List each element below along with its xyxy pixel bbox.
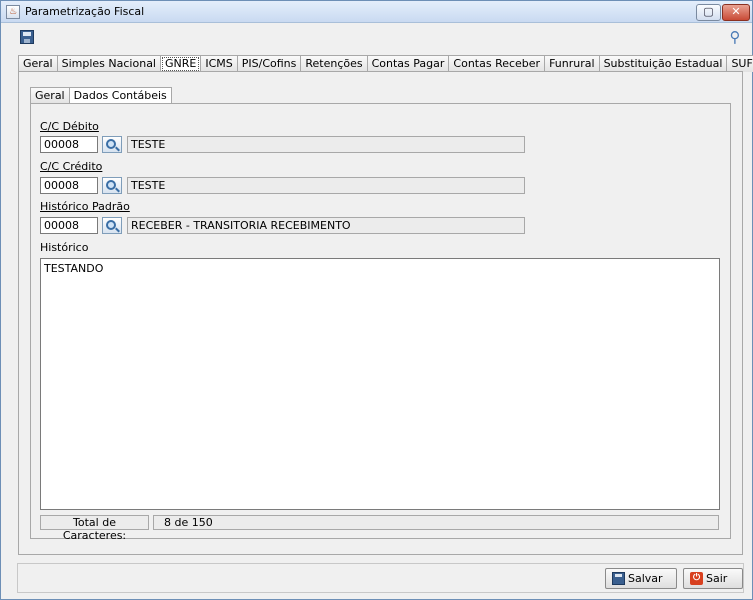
- exit-button-label: Sair: [706, 572, 728, 585]
- cc-debito-description: TESTE: [127, 136, 525, 153]
- close-button[interactable]: ✕: [722, 4, 750, 21]
- floppy-icon: [612, 572, 625, 585]
- tab-geral[interactable]: Geral: [18, 55, 58, 72]
- historico-padrao-code-input[interactable]: 00008: [40, 217, 98, 234]
- tab-funrural[interactable]: Funrural: [544, 55, 600, 72]
- magnifier-handle: [115, 227, 120, 233]
- tab-pis-cofins[interactable]: PIS/Cofins: [236, 55, 302, 72]
- save-button[interactable]: Salvar: [605, 568, 677, 589]
- historico-textarea[interactable]: TESTANDO: [40, 258, 720, 510]
- restore-button[interactable]: ▢: [696, 4, 721, 21]
- sub-tabs: Geral Dados Contábeis: [30, 87, 172, 105]
- save-button-label: Salvar: [628, 572, 663, 585]
- subtab-geral[interactable]: Geral: [30, 87, 70, 104]
- power-icon: ⏻: [690, 572, 703, 585]
- exit-button[interactable]: ⏻ Sair: [683, 568, 743, 589]
- tab-simples-nacional[interactable]: Simples Nacional: [56, 55, 161, 72]
- cc-debito-label: C/C Débito: [40, 120, 99, 133]
- tab-contas-pagar[interactable]: Contas Pagar: [366, 55, 450, 72]
- historico-padrao-label: Histórico Padrão: [40, 200, 130, 213]
- magnifier-handle: [115, 146, 120, 152]
- cc-credito-label: C/C Crédito: [40, 160, 103, 173]
- cc-credito-description: TESTE: [127, 177, 525, 194]
- tab-substituicao-estadual[interactable]: Substituição Estadual: [598, 55, 728, 72]
- tab-retencoes[interactable]: Retenções: [300, 55, 368, 72]
- cc-debito-lookup-button[interactable]: [102, 136, 122, 153]
- java-app-icon: ♨: [6, 5, 20, 19]
- char-count-value: 8 de 150: [153, 515, 719, 530]
- historico-padrao-lookup-button[interactable]: [102, 217, 122, 234]
- tab-icms[interactable]: ICMS: [200, 55, 238, 72]
- save-icon[interactable]: [20, 30, 34, 44]
- main-window: ♨ Parametrização Fiscal ▢ ✕ ⚲ Geral Simp…: [0, 0, 753, 600]
- cc-credito-lookup-button[interactable]: [102, 177, 122, 194]
- historico-label: Histórico: [40, 241, 89, 254]
- main-tabs: Geral Simples Nacional GNRE ICMS PIS/Cof…: [18, 55, 753, 73]
- cc-debito-code-input[interactable]: 00008: [40, 136, 98, 153]
- magnifier-handle: [115, 187, 120, 193]
- title-bar[interactable]: ♨ Parametrização Fiscal ▢ ✕: [1, 1, 752, 23]
- char-count-label: Total de Caracteres:: [40, 515, 149, 542]
- tab-contas-receber[interactable]: Contas Receber: [448, 55, 546, 72]
- historico-padrao-description: RECEBER - TRANSITORIA RECEBIMENTO: [127, 217, 525, 234]
- window-title: Parametrização Fiscal: [25, 5, 145, 18]
- tab-suframa[interactable]: SUFRAMA: [726, 55, 753, 72]
- key-icon[interactable]: ⚲: [727, 29, 743, 45]
- cc-credito-code-input[interactable]: 00008: [40, 177, 98, 194]
